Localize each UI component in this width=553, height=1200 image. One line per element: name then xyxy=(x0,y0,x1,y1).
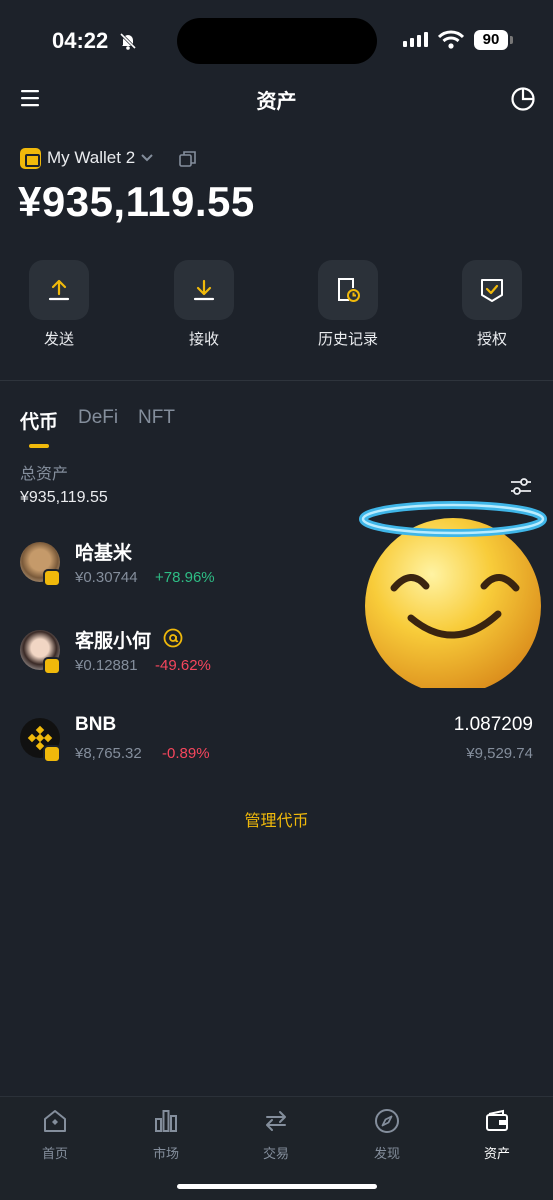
nav-home[interactable]: 首页 xyxy=(15,1107,95,1162)
trade-icon xyxy=(236,1107,316,1135)
copy-icon[interactable] xyxy=(179,150,197,173)
chevron-down-icon[interactable] xyxy=(140,151,154,169)
tab-defi[interactable]: DeFi xyxy=(78,407,118,429)
battery-tip xyxy=(510,36,513,44)
wifi-icon xyxy=(437,30,465,55)
token-name: 哈基米 xyxy=(75,543,133,564)
wallet-icon xyxy=(457,1107,537,1135)
nav-label: 交易 xyxy=(262,1146,289,1161)
download-icon xyxy=(174,260,234,320)
token-amount: 1.087209 xyxy=(453,714,533,735)
token-value: ¥9,529.74 xyxy=(466,745,533,762)
total-assets-label: 总资产 xyxy=(20,466,69,483)
tab-nft[interactable]: NFT xyxy=(138,407,175,429)
approval-button[interactable]: 授权 xyxy=(442,260,542,349)
token-price: ¥0.30744 xyxy=(75,569,138,586)
wallet-name[interactable]: My Wallet 2 xyxy=(47,148,135,168)
nav-label: 市场 xyxy=(152,1146,179,1161)
discover-icon xyxy=(347,1107,427,1135)
history-button[interactable]: 历史记录 xyxy=(298,260,398,349)
token-change: +78.96% xyxy=(155,569,215,586)
bnb-chain-badge-icon xyxy=(43,745,61,763)
page-title: 资产 xyxy=(256,91,297,113)
approval-icon xyxy=(462,260,522,320)
receive-button[interactable]: 接收 xyxy=(154,260,254,349)
history-icon xyxy=(318,260,378,320)
wallet-badge-icon xyxy=(20,148,41,169)
token-change: -0.89% xyxy=(162,745,210,762)
token-name: 客服小何 xyxy=(75,631,152,652)
manage-tokens-link[interactable]: 管理代币 xyxy=(0,807,553,831)
signal-icon xyxy=(403,32,428,47)
section-divider xyxy=(0,380,553,381)
active-tab-indicator xyxy=(29,444,49,448)
nav-label: 发现 xyxy=(373,1146,400,1161)
nav-trade[interactable]: 交易 xyxy=(236,1107,316,1162)
send-button[interactable]: 发送 xyxy=(9,260,109,349)
bnb-chain-badge-icon xyxy=(43,657,61,675)
token-name: BNB xyxy=(75,714,117,735)
nav-discover[interactable]: 发现 xyxy=(347,1107,427,1162)
token-row[interactable]: BNB ¥8,765.32 -0.89% 1.087209 ¥9,529.74 xyxy=(0,714,553,788)
token-change: -49.62% xyxy=(155,657,211,674)
bnb-chain-badge-icon xyxy=(43,569,61,587)
approval-label: 授权 xyxy=(476,331,507,348)
nav-label: 资产 xyxy=(483,1146,510,1161)
home-indicator xyxy=(177,1184,377,1189)
home-icon xyxy=(15,1107,95,1135)
token-price: ¥0.12881 xyxy=(75,657,138,674)
history-label: 历史记录 xyxy=(317,331,378,348)
market-icon xyxy=(126,1107,206,1135)
bell-muted-icon xyxy=(118,31,138,56)
send-label: 发送 xyxy=(43,331,74,348)
battery-indicator: 90 xyxy=(474,30,508,50)
wallet-balance: ¥935,119.55 xyxy=(18,178,255,225)
at-mention-icon xyxy=(163,628,183,648)
dynamic-island xyxy=(177,18,377,64)
receive-label: 接收 xyxy=(188,331,219,348)
tab-tokens[interactable]: 代币 xyxy=(20,407,58,434)
nav-label: 首页 xyxy=(41,1146,68,1161)
nav-market[interactable]: 市场 xyxy=(126,1107,206,1162)
status-time: 04:22 xyxy=(52,28,109,53)
total-assets-value: ¥935,119.55 xyxy=(20,489,108,506)
halo-smile-emoji-icon xyxy=(356,496,548,694)
upload-icon xyxy=(29,260,89,320)
token-price: ¥8,765.32 xyxy=(75,745,142,762)
nav-assets[interactable]: 资产 xyxy=(457,1107,537,1162)
pie-chart-icon[interactable] xyxy=(510,86,536,117)
